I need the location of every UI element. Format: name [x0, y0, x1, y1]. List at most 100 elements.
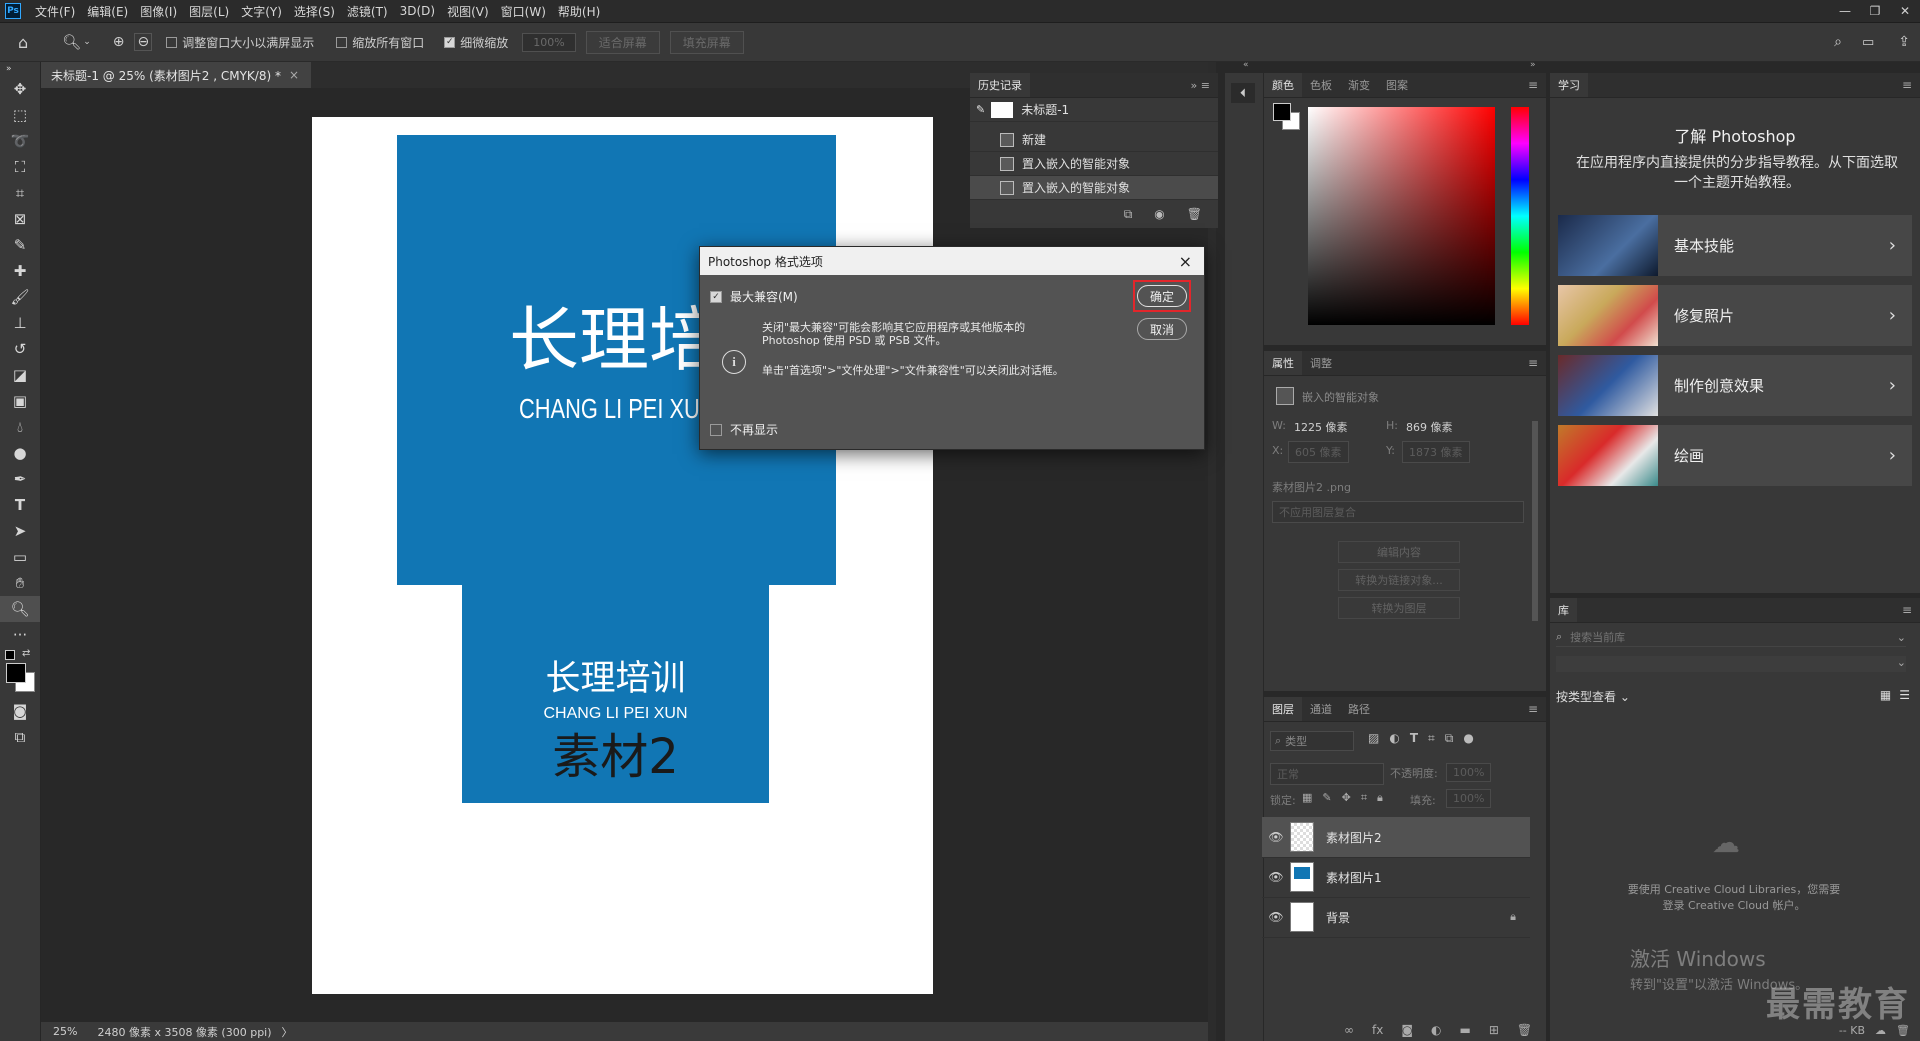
close-icon[interactable]: ×: [1179, 252, 1192, 271]
tab-history[interactable]: 历史记录: [970, 73, 1030, 97]
cancel-button[interactable]: 取消: [1137, 318, 1187, 340]
menu-file[interactable]: 文件(F): [29, 3, 81, 20]
lock-transparent-icon[interactable]: ▦: [1302, 791, 1312, 805]
tab-learn[interactable]: 学习: [1550, 73, 1588, 97]
history-snapshot[interactable]: ✎ 未标题-1: [970, 98, 1218, 122]
zoom-percent-button[interactable]: 100%: [522, 32, 576, 52]
pen-tool-icon[interactable]: ✒: [0, 466, 40, 492]
marquee-tool-icon[interactable]: ⬚: [0, 102, 40, 128]
panel-menu-icon[interactable]: ≡: [1902, 603, 1912, 617]
color-field[interactable]: [1308, 107, 1495, 325]
close-window-icon[interactable]: ✕: [1890, 0, 1920, 22]
type-tool-icon[interactable]: T: [0, 492, 40, 518]
panel-menu-icon[interactable]: ≡: [1528, 356, 1538, 370]
menu-image[interactable]: 图像(I): [134, 3, 183, 20]
x-value[interactable]: 605 像素: [1288, 441, 1349, 463]
filter-toggle-icon[interactable]: ●: [1463, 731, 1473, 746]
visibility-eye-icon[interactable]: 👁︎: [1262, 870, 1290, 884]
properties-scrollbar[interactable]: [1532, 421, 1538, 621]
healing-brush-tool-icon[interactable]: ✚: [0, 258, 40, 284]
fill-screen-button[interactable]: 填充屏幕: [669, 30, 744, 54]
restore-icon[interactable]: ❐: [1860, 0, 1890, 22]
panel-menu-icon[interactable]: ≡: [1902, 78, 1912, 92]
new-document-from-state-icon[interactable]: ⧉: [1124, 207, 1133, 222]
history-item[interactable]: 新建: [970, 128, 1218, 152]
stamp-tool-icon[interactable]: ⊥: [0, 310, 40, 336]
close-tab-icon[interactable]: ×: [289, 68, 299, 82]
visibility-eye-icon[interactable]: 👁︎: [1262, 830, 1290, 844]
library-select[interactable]: ⌄: [1556, 656, 1906, 672]
add-mask-icon[interactable]: ◙: [1401, 1023, 1413, 1037]
convert-to-linked-button[interactable]: 转换为链接对象...: [1338, 569, 1460, 591]
history-brush-source-icon[interactable]: ✎: [976, 103, 985, 116]
screen-mode-icon[interactable]: ⧉: [0, 724, 40, 750]
tab-channels[interactable]: 通道: [1302, 697, 1340, 721]
menu-3d[interactable]: 3D(D): [394, 4, 441, 18]
trash-icon[interactable]: 🗑︎: [1187, 207, 1202, 222]
panel-menu-icon[interactable]: ≡: [1528, 78, 1538, 92]
more-tools-icon[interactable]: ···: [0, 622, 40, 648]
zoom-tool-preset-icon[interactable]: 🔍︎ ⌄: [62, 33, 91, 51]
move-tool-icon[interactable]: ✥: [0, 76, 40, 102]
zoom-in-icon[interactable]: ⊕: [113, 34, 125, 50]
swap-colors-icon[interactable]: ⇄: [22, 648, 30, 659]
path-select-tool-icon[interactable]: ➤: [0, 518, 40, 544]
fit-screen-button[interactable]: 适合屏幕: [585, 30, 660, 54]
object-select-tool-icon[interactable]: ⛶: [0, 154, 40, 180]
menu-filter[interactable]: 滤镜(T): [341, 3, 394, 20]
grid-view-icon[interactable]: ▦: [1880, 688, 1891, 702]
layer-row[interactable]: 👁︎ 素材图片1: [1262, 857, 1530, 898]
collapse-toolbar-icon[interactable]: »: [0, 62, 46, 76]
tab-layers[interactable]: 图层: [1264, 697, 1302, 721]
learn-card-creative-effects[interactable]: 制作创意效果 ›: [1558, 355, 1912, 416]
tab-color[interactable]: 颜色: [1264, 73, 1302, 97]
height-value[interactable]: 869 像素: [1406, 419, 1453, 435]
view-by-type[interactable]: 按类型查看 ⌄: [1556, 688, 1630, 705]
hue-slider[interactable]: [1511, 107, 1529, 325]
search-icon[interactable]: ⌕: [1834, 34, 1842, 50]
max-compatibility-checkbox[interactable]: ✓ 最大兼容(M): [710, 288, 798, 305]
delete-layer-icon[interactable]: 🗑︎: [1517, 1023, 1532, 1037]
lock-all-icon[interactable]: 🔒︎: [1377, 791, 1383, 805]
collapse-panels-icon[interactable]: «: [1243, 60, 1249, 70]
smart-object-image-2[interactable]: 长理培训 CHANG LI PEI XUN 素材2: [462, 585, 769, 803]
lock-artboard-icon[interactable]: ⌗: [1361, 791, 1367, 805]
history-item[interactable]: 置入嵌入的智能对象: [970, 176, 1218, 200]
opacity-value[interactable]: 100%: [1446, 763, 1492, 782]
eyedropper-tool-icon[interactable]: ✎: [0, 232, 40, 258]
share-icon[interactable]: ⇪: [1898, 34, 1910, 50]
width-value[interactable]: 1225 像素: [1294, 419, 1348, 435]
menu-view[interactable]: 视图(V): [441, 3, 495, 20]
list-view-icon[interactable]: ☰: [1899, 688, 1910, 702]
library-search-input[interactable]: [1568, 629, 1873, 645]
learn-card-fix-photos[interactable]: 修复照片 ›: [1558, 285, 1912, 346]
dodge-tool-icon[interactable]: ●: [0, 440, 40, 466]
gradient-tool-icon[interactable]: ▣: [0, 388, 40, 414]
visibility-eye-icon[interactable]: 👁︎: [1262, 910, 1290, 924]
eraser-tool-icon[interactable]: ◪: [0, 362, 40, 388]
status-menu-arrow[interactable]: 〉: [282, 1024, 293, 1040]
default-colors-icon[interactable]: [5, 650, 15, 660]
tab-patterns[interactable]: 图案: [1378, 73, 1416, 97]
new-adjustment-icon[interactable]: ◐: [1431, 1023, 1441, 1037]
learn-card-painting[interactable]: 绘画 ›: [1558, 425, 1912, 486]
history-brush-tool-icon[interactable]: ↺: [0, 336, 40, 362]
learn-card-basic-skills[interactable]: 基本技能 ›: [1558, 215, 1912, 276]
tab-gradients[interactable]: 渐变: [1340, 73, 1378, 97]
blend-mode-select[interactable]: 正常: [1270, 763, 1384, 785]
new-layer-icon[interactable]: ⊞: [1489, 1023, 1499, 1037]
color-swatches[interactable]: ⇄: [0, 648, 40, 698]
foreground-color-swatch[interactable]: [6, 663, 26, 683]
history-item[interactable]: 置入嵌入的智能对象: [970, 152, 1218, 176]
zoom-out-icon[interactable]: ⊖: [134, 33, 153, 51]
blur-tool-icon[interactable]: 💧︎: [0, 414, 40, 440]
new-group-icon[interactable]: ▬: [1459, 1023, 1470, 1037]
zoom-all-checkbox[interactable]: 缩放所有窗口: [336, 34, 424, 51]
pixel-filter-icon[interactable]: ▨: [1368, 731, 1379, 746]
crop-tool-icon[interactable]: ⌗: [0, 180, 40, 206]
collapse-panels-icon[interactable]: »: [1530, 60, 1536, 70]
quick-mask-icon[interactable]: ◙: [0, 698, 40, 724]
document-tab[interactable]: 未标题-1 @ 25% (素材图片2 , CMYK/8) * ×: [41, 62, 312, 88]
brush-tool-icon[interactable]: 🖌︎: [0, 284, 40, 310]
hand-tool-icon[interactable]: ✋︎: [0, 570, 40, 596]
